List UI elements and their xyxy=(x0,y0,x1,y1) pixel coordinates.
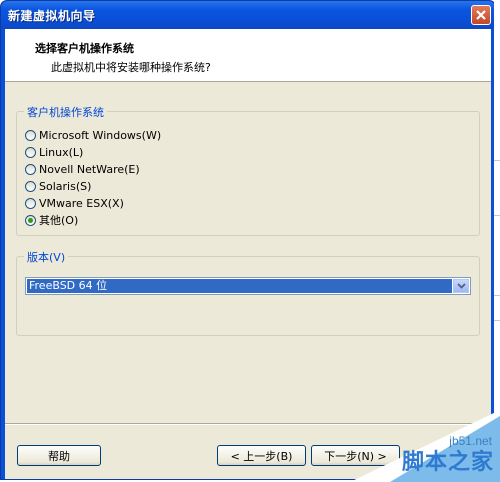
radio-vmware-esx[interactable]: VMware ESX(X) xyxy=(25,195,124,211)
chevron-down-icon xyxy=(456,283,466,289)
page-subtitle: 此虚拟机中将安装哪种操作系统? xyxy=(51,61,211,74)
radio-label: Novell NetWare(E) xyxy=(39,162,140,176)
radio-circle[interactable] xyxy=(25,146,36,158)
wizard-window: 新建虚拟机向导 选择客户机操作系统 此虚拟机中将安装哪种操作系统? 客户机操作系… xyxy=(0,0,496,480)
radio-novell-netware[interactable]: Novell NetWare(E) xyxy=(25,161,140,177)
page-title: 选择客户机操作系统 xyxy=(35,42,134,55)
back-button[interactable]: < 上一步(B) xyxy=(217,445,306,466)
radio-other[interactable]: 其他(O) xyxy=(25,212,78,228)
radio-solaris[interactable]: Solaris(S) xyxy=(25,178,91,194)
radio-linux[interactable]: Linux(L) xyxy=(25,144,83,160)
background-line xyxy=(494,160,500,161)
watermark-text: 脚本之家 xyxy=(401,450,494,475)
radio-selected-dot xyxy=(28,217,33,223)
radio-label: Microsoft Windows(W) xyxy=(39,128,162,142)
version-select[interactable]: FreeBSD 64 位 xyxy=(25,277,471,295)
window-title: 新建虚拟机向导 xyxy=(8,9,96,23)
background-line xyxy=(494,215,500,216)
version-select-value: FreeBSD 64 位 xyxy=(27,279,452,293)
radio-circle-selected[interactable] xyxy=(25,214,36,226)
title-bar[interactable]: 新建虚拟机向导 xyxy=(1,1,495,29)
background-line xyxy=(494,320,500,321)
dropdown-arrow-button[interactable] xyxy=(453,279,469,293)
background-line xyxy=(494,295,500,296)
radio-circle[interactable] xyxy=(25,197,36,209)
radio-circle[interactable] xyxy=(25,129,36,141)
radio-label: Solaris(S) xyxy=(39,179,92,193)
close-icon xyxy=(476,10,486,20)
site-watermark: jb51.net 脚本之家 xyxy=(350,410,500,482)
help-button[interactable]: 帮助 xyxy=(17,445,101,466)
version-group-label: 版本(V) xyxy=(24,249,69,265)
close-button[interactable] xyxy=(471,5,491,25)
guest-os-group: 客户机操作系统 Microsoft Windows(W) Linux(L) No… xyxy=(16,104,480,236)
radio-label: VMware ESX(X) xyxy=(39,196,124,210)
version-group: 版本(V) FreeBSD 64 位 xyxy=(16,249,480,336)
radio-circle[interactable] xyxy=(25,180,36,192)
radio-label: 其他(O) xyxy=(39,214,79,227)
radio-label: Linux(L) xyxy=(39,145,84,159)
radio-circle[interactable] xyxy=(25,163,36,175)
radio-microsoft-windows[interactable]: Microsoft Windows(W) xyxy=(25,127,161,143)
wizard-header: 选择客户机操作系统 此虚拟机中将安装哪种操作系统? xyxy=(5,29,491,82)
guest-os-group-label: 客户机操作系统 xyxy=(24,104,107,120)
